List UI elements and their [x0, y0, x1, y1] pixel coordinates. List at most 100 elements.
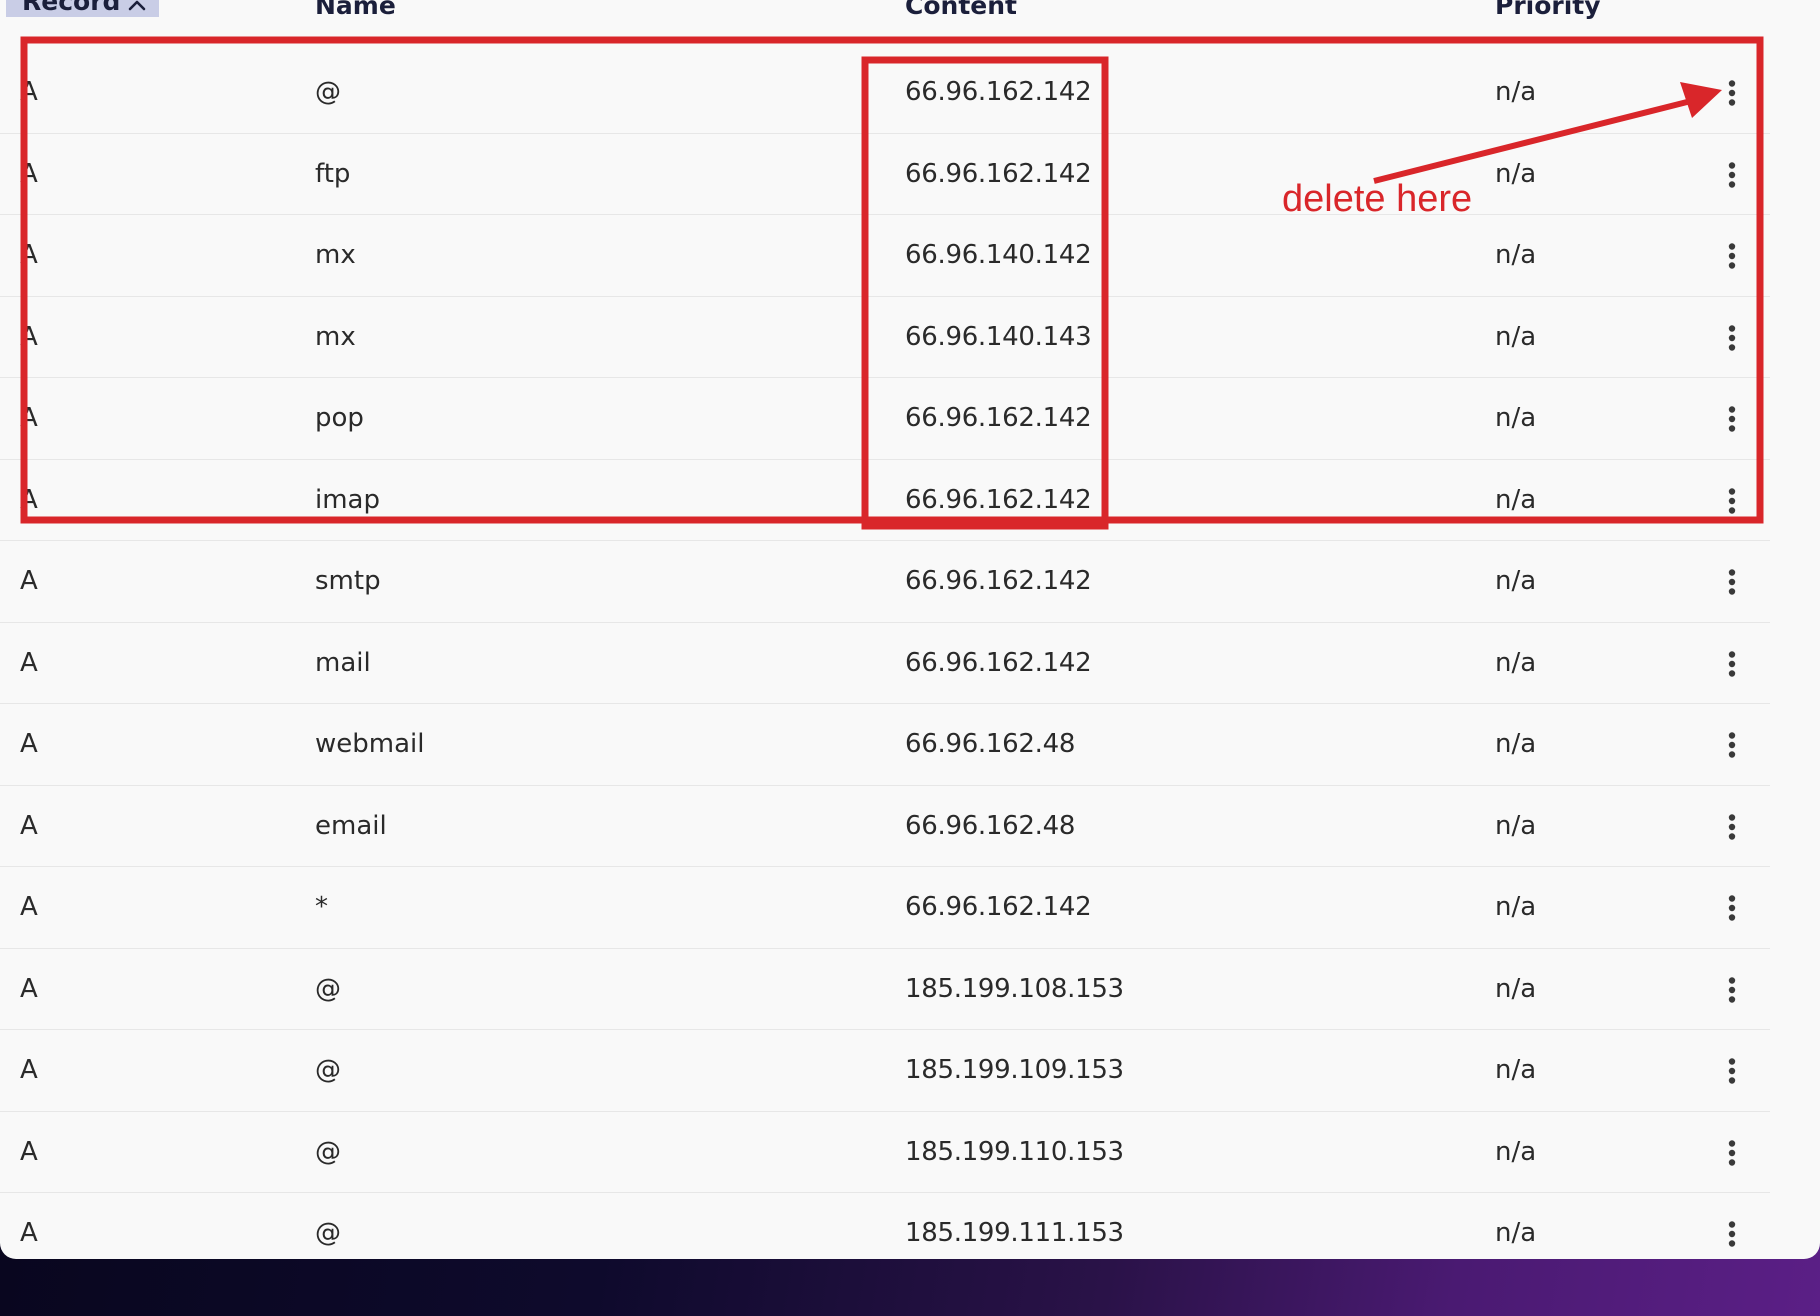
table-row: Apop 66.96.162.142 n/a [0, 378, 1770, 460]
more-vertical-icon [1728, 732, 1736, 758]
content-cell: 185.199.109.153 [905, 1055, 1124, 1085]
column-header-priority-label: Priority [1495, 0, 1601, 20]
row-actions-button[interactable] [1718, 160, 1746, 190]
priority-cell: n/a [1495, 158, 1537, 189]
record-type-cell: A [20, 484, 38, 515]
row-actions-button[interactable] [1718, 78, 1746, 108]
record-type-cell: A [20, 647, 38, 678]
row-actions-button[interactable] [1718, 1138, 1746, 1168]
name-cell: * [315, 892, 328, 922]
more-vertical-icon [1728, 976, 1736, 1003]
priority-cell: n/a [1495, 240, 1537, 270]
record-type-cell: A [20, 1218, 38, 1248]
content-cell: 66.96.162.142 [905, 77, 1092, 107]
column-header-content[interactable]: Content [905, 0, 1017, 20]
table-row: Aftp 66.96.162.142 n/a [0, 134, 1770, 215]
content-cell: 66.96.162.142 [905, 403, 1092, 433]
record-type-cell: A [20, 1136, 38, 1167]
name-cell: @ [315, 1218, 341, 1248]
priority-cell: n/a [1495, 810, 1537, 841]
row-actions-button[interactable] [1718, 486, 1746, 516]
content-cell: 66.96.162.142 [905, 566, 1092, 596]
content-cell: 66.96.162.142 [905, 158, 1092, 189]
more-vertical-icon [1728, 650, 1736, 677]
name-cell: @ [315, 1136, 341, 1167]
content-cell: 66.96.162.48 [905, 729, 1076, 759]
table-header: Record Name Content Priority [0, 0, 1770, 24]
priority-cell: n/a [1495, 1136, 1537, 1167]
table-row: Awebmail 66.96.162.48 n/a [0, 704, 1770, 786]
column-header-name-label: Name [315, 0, 396, 20]
column-header-priority[interactable]: Priority [1495, 0, 1601, 20]
name-cell: mx [315, 321, 356, 352]
table-row: A * 66.96.162.142 n/a [0, 867, 1770, 949]
priority-cell: n/a [1495, 892, 1537, 922]
record-type-cell: A [20, 1055, 38, 1085]
record-type-cell: A [20, 566, 38, 596]
record-type-cell: A [20, 892, 38, 922]
row-actions-button[interactable] [1718, 404, 1746, 434]
priority-cell: n/a [1495, 321, 1537, 352]
chevron-up-icon [128, 0, 146, 14]
row-actions-button[interactable] [1718, 812, 1746, 842]
row-actions-button[interactable] [1718, 1056, 1746, 1086]
more-vertical-icon [1728, 406, 1736, 432]
priority-cell: n/a [1495, 729, 1537, 759]
row-actions-button[interactable] [1718, 893, 1746, 923]
table-row: A @185.199.108.153 n/a [0, 949, 1770, 1030]
more-vertical-icon [1728, 569, 1736, 595]
record-type-cell: A [20, 729, 38, 759]
priority-cell: n/a [1495, 77, 1537, 107]
content-cell: 185.199.110.153 [905, 1136, 1124, 1167]
content-cell: 66.96.162.142 [905, 484, 1092, 515]
record-type-cell: A [20, 77, 38, 107]
row-actions-button[interactable] [1718, 975, 1746, 1005]
row-actions-button[interactable] [1718, 241, 1746, 271]
table-row: Amx 66.96.140.143 n/a [0, 297, 1770, 378]
more-vertical-icon [1728, 813, 1736, 840]
table-row: Aimap 66.96.162.142 n/a [0, 460, 1770, 541]
more-vertical-icon [1728, 487, 1736, 514]
name-cell: @ [315, 973, 341, 1004]
table-row: A @185.199.110.153 n/a [0, 1112, 1770, 1193]
name-cell: @ [315, 77, 341, 107]
column-header-name[interactable]: Name [315, 0, 396, 20]
priority-cell: n/a [1495, 403, 1537, 433]
name-cell: pop [315, 403, 364, 433]
row-actions-button[interactable] [1718, 649, 1746, 679]
column-header-content-label: Content [905, 0, 1017, 20]
table-row: A @185.199.111.153 n/a [0, 1193, 1770, 1259]
dns-records-panel: Record Name Content Priority A @66.96.162… [0, 0, 1820, 1259]
record-type-cell: A [20, 158, 38, 189]
column-header-record[interactable]: Record [6, 0, 160, 17]
priority-cell: n/a [1495, 566, 1537, 596]
more-vertical-icon [1728, 161, 1736, 188]
record-type-cell: A [20, 403, 38, 433]
content-cell: 66.96.140.143 [905, 321, 1092, 352]
priority-cell: n/a [1495, 973, 1537, 1004]
content-cell: 66.96.162.48 [905, 810, 1076, 841]
name-cell: mail [315, 647, 371, 678]
name-cell: ftp [315, 158, 351, 189]
row-actions-button[interactable] [1718, 1219, 1746, 1249]
more-vertical-icon [1728, 1221, 1736, 1247]
row-actions-button[interactable] [1718, 730, 1746, 760]
name-cell: mx [315, 240, 356, 270]
more-vertical-icon [1728, 80, 1736, 106]
name-cell: @ [315, 1055, 341, 1085]
annotation-label: delete here [1282, 178, 1473, 220]
name-cell: webmail [315, 729, 425, 759]
more-vertical-icon [1728, 895, 1736, 921]
name-cell: email [315, 810, 387, 841]
table-row: Aemail 66.96.162.48 n/a [0, 786, 1770, 867]
content-cell: 66.96.162.142 [905, 892, 1092, 922]
more-vertical-icon [1728, 1139, 1736, 1166]
table-row: Asmtp 66.96.162.142 n/a [0, 541, 1770, 623]
row-actions-button[interactable] [1718, 323, 1746, 353]
priority-cell: n/a [1495, 1055, 1537, 1085]
more-vertical-icon [1728, 324, 1736, 351]
row-actions-button[interactable] [1718, 567, 1746, 597]
content-cell: 66.96.140.142 [905, 240, 1092, 270]
table-row: A @185.199.109.153 n/a [0, 1030, 1770, 1112]
record-type-cell: A [20, 321, 38, 352]
